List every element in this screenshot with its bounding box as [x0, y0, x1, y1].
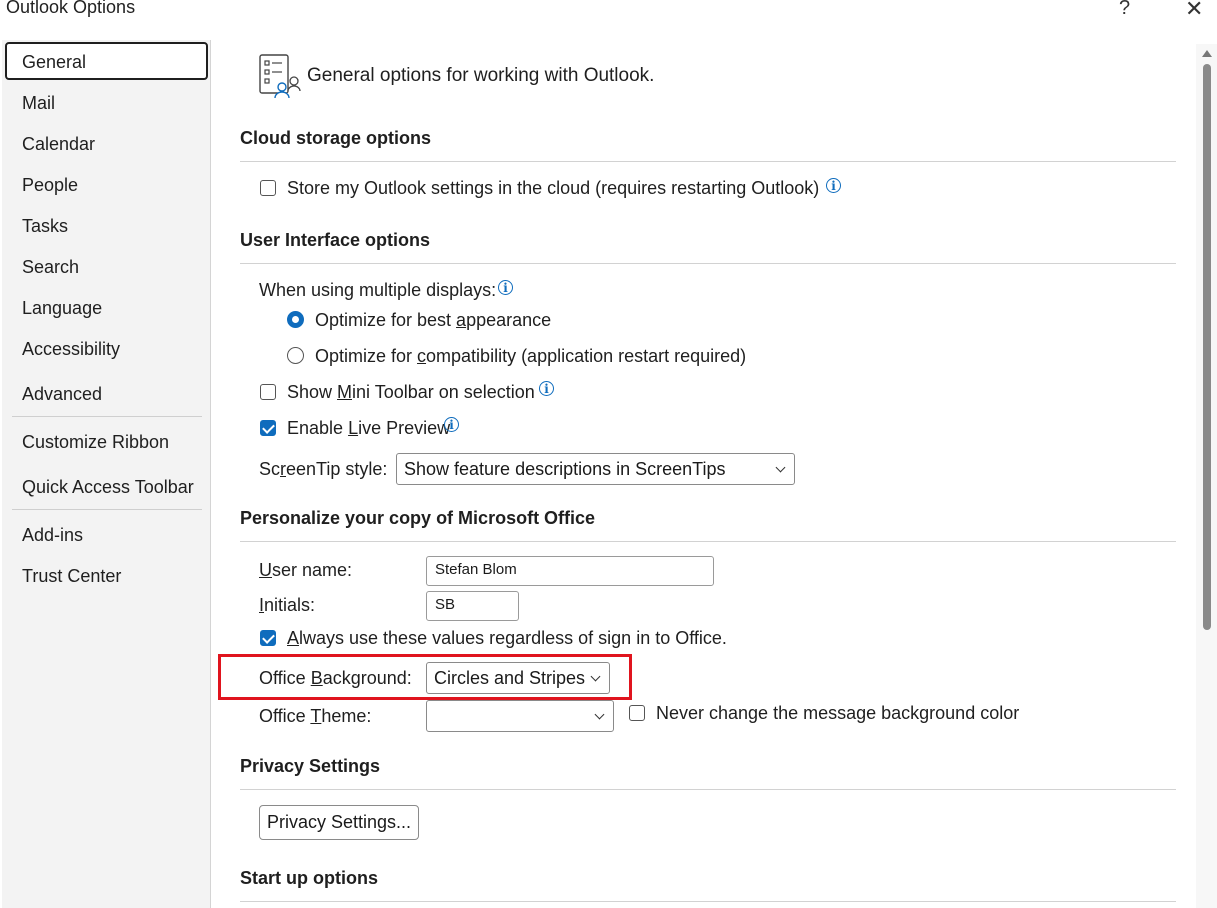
always-use-values-checkbox[interactable]	[260, 630, 276, 646]
live-preview-label: Enable Live Preview	[287, 418, 451, 438]
office-background-select[interactable]: Circles and Stripes	[426, 662, 610, 694]
close-button[interactable]: ✕	[1185, 0, 1203, 22]
section-divider	[240, 161, 1176, 162]
always-use-values-label: Always use these values regardless of si…	[287, 628, 727, 648]
help-button[interactable]: ?	[1119, 0, 1130, 20]
office-background-value: Circles and Stripes	[434, 668, 586, 688]
store-cloud-label: Store my Outlook settings in the cloud (…	[287, 178, 820, 198]
personalize-heading: Personalize your copy of Microsoft Offic…	[240, 508, 596, 528]
sidebar-item-tasks[interactable]: Tasks	[22, 216, 68, 237]
sidebar-divider	[12, 416, 202, 417]
store-cloud-checkbox[interactable]	[260, 180, 276, 196]
scroll-up-icon[interactable]	[1202, 50, 1212, 57]
info-icon[interactable]: i	[539, 381, 554, 396]
multi-display-label: When using multiple displays:	[259, 280, 497, 300]
screentip-style-select[interactable]: Show feature descriptions in ScreenTips	[396, 453, 795, 485]
optimize-compatibility-radio[interactable]	[287, 347, 304, 364]
sidebar-item-trust-center[interactable]: Trust Center	[22, 566, 121, 587]
window-title: Outlook Options	[6, 0, 136, 17]
section-divider	[240, 789, 1176, 790]
chevron-down-icon	[775, 462, 786, 473]
sidebar: General Mail Calendar People Tasks Searc…	[2, 40, 211, 908]
optimize-appearance-radio[interactable]	[287, 311, 304, 328]
optimize-appearance-label: Optimize for best appearance	[315, 310, 552, 330]
never-change-bg-checkbox[interactable]	[629, 705, 645, 721]
ui-options-heading: User Interface options	[240, 230, 431, 250]
sidebar-divider	[12, 509, 202, 510]
cloud-storage-heading: Cloud storage options	[240, 128, 431, 148]
never-change-bg-label: Never change the message background colo…	[656, 703, 1020, 723]
optimize-compatibility-label: Optimize for compatibility (application …	[315, 346, 747, 366]
screentip-style-value: Show feature descriptions in ScreenTips	[404, 459, 726, 479]
office-theme-select[interactable]	[426, 700, 614, 732]
page-header: General options for working with Outlook…	[307, 65, 655, 86]
initials-input[interactable]: SB	[426, 591, 519, 621]
mini-toolbar-checkbox[interactable]	[260, 384, 276, 400]
sidebar-item-people[interactable]: People	[22, 175, 78, 196]
info-icon[interactable]: i	[826, 178, 841, 193]
scrollbar-thumb[interactable]	[1203, 64, 1211, 630]
general-options-icon	[258, 53, 302, 99]
chevron-down-icon	[594, 709, 605, 720]
sidebar-item-general[interactable]: General	[22, 52, 86, 73]
privacy-heading: Privacy Settings	[240, 756, 381, 776]
info-icon[interactable]: i	[498, 280, 513, 295]
mini-toolbar-label: Show Mini Toolbar on selection	[287, 382, 535, 402]
sidebar-item-quick-access-toolbar[interactable]: Quick Access Toolbar	[22, 477, 194, 498]
initials-label: Initials:	[259, 595, 316, 615]
startup-heading: Start up options	[240, 868, 378, 888]
sidebar-item-calendar[interactable]: Calendar	[22, 134, 95, 155]
sidebar-item-mail[interactable]: Mail	[22, 93, 55, 114]
section-divider	[240, 901, 1176, 902]
username-label: User name:	[259, 560, 353, 580]
office-theme-label: Office Theme:	[259, 706, 372, 726]
info-icon[interactable]: i	[444, 417, 459, 432]
username-input[interactable]: Stefan Blom	[426, 556, 714, 586]
screentip-label: ScreenTip style:	[259, 459, 388, 479]
section-divider	[240, 263, 1176, 264]
chevron-down-icon	[590, 671, 601, 682]
sidebar-item-advanced[interactable]: Advanced	[22, 384, 102, 405]
sidebar-item-language[interactable]: Language	[22, 298, 102, 319]
live-preview-checkbox[interactable]	[260, 420, 276, 436]
sidebar-item-add-ins[interactable]: Add-ins	[22, 525, 83, 546]
office-background-label: Office Background:	[259, 668, 412, 688]
sidebar-item-accessibility[interactable]: Accessibility	[22, 339, 120, 360]
privacy-settings-button[interactable]: Privacy Settings...	[259, 805, 419, 840]
section-divider	[240, 541, 1176, 542]
sidebar-item-customize-ribbon[interactable]: Customize Ribbon	[22, 432, 169, 453]
sidebar-item-search[interactable]: Search	[22, 257, 79, 278]
